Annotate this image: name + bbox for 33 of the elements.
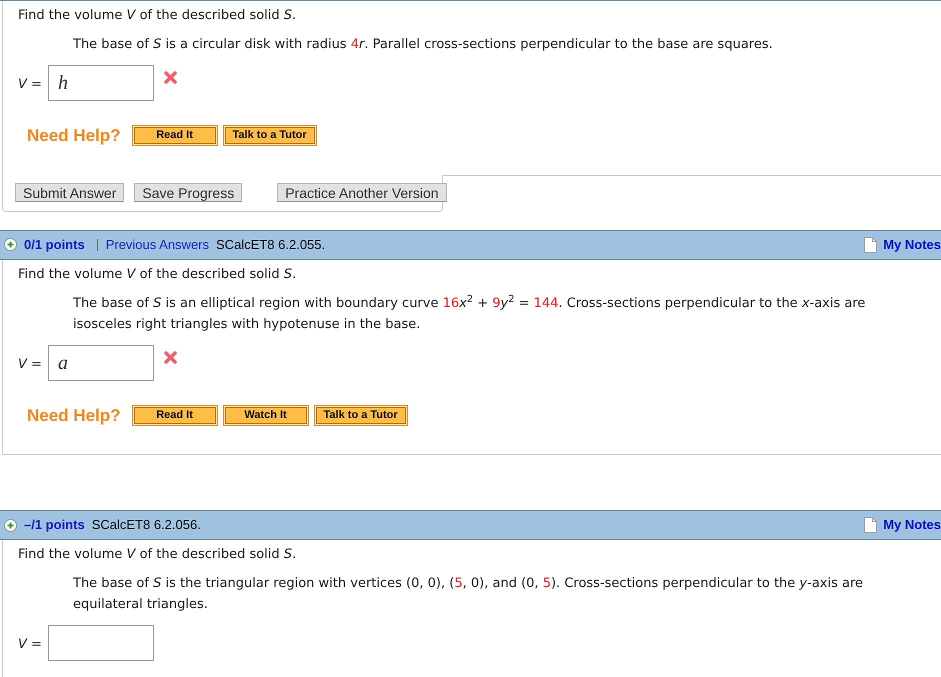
help-button[interactable]: Read It [132,125,218,146]
answer-field[interactable]: a [48,344,154,380]
answer-field[interactable] [48,625,154,661]
points-label: 0/1 points [24,236,85,254]
help-button[interactable]: Talk to a Tutor [222,125,317,146]
question-code: SCalcET8 6.2.055. [216,236,326,254]
instruction-text: Find the volume V of the described solid S. [18,547,298,563]
question-code: SCalcET8 6.2.056. [92,516,201,534]
problem-statement: The base of S is a circular disk with radius 4r. Parallel cross-sections perpendicular to the base are squares. [73,36,774,54]
answer-label: V = [18,636,42,654]
document-icon [864,236,878,252]
plus-circle-icon[interactable] [4,238,17,251]
need-help-label: Need Help? [27,404,121,426]
practice-version-button[interactable]: Practice Another Version [277,183,447,202]
instruction-text: Find the volume V of the described solid S. [18,266,298,282]
my-notes-link[interactable]: My Notes [864,234,941,254]
need-help-label: Need Help? [27,125,121,147]
previous-answers-link[interactable]: Previous Answers [106,234,210,254]
answer-label: V = [18,356,42,374]
problem-statement: The base of S is an elliptical region with boundary curve 16x$^{2}$ + 9y$^{2}$ = 144. Cross-sections perpendicular to the x-axis are isosceles right triangles with hypotenuse in the base. [73,292,866,334]
action-button[interactable]: Submit Answer [15,183,124,202]
answer-label: V = [18,76,42,94]
instruction-text: Find the volume V of the described solid S. [18,8,298,24]
help-button[interactable]: Watch It [222,404,309,426]
problem-statement: The base of S is the triangular region with vertices (0, 0), (5, 0), and (0, 5). Cross-sections perpendicular to the y-axis are equilateral triangles. [73,575,864,614]
plus-circle-icon[interactable] [4,518,17,532]
answer-field[interactable]: h [48,65,154,101]
help-button[interactable]: Talk to a Tutor [314,404,408,426]
action-button[interactable]: Save Progress [134,183,242,202]
document-icon [864,517,878,533]
help-button[interactable]: Read It [132,404,218,426]
points-label: –/1 points [24,516,85,534]
my-notes-link[interactable]: My Notes [864,515,941,535]
